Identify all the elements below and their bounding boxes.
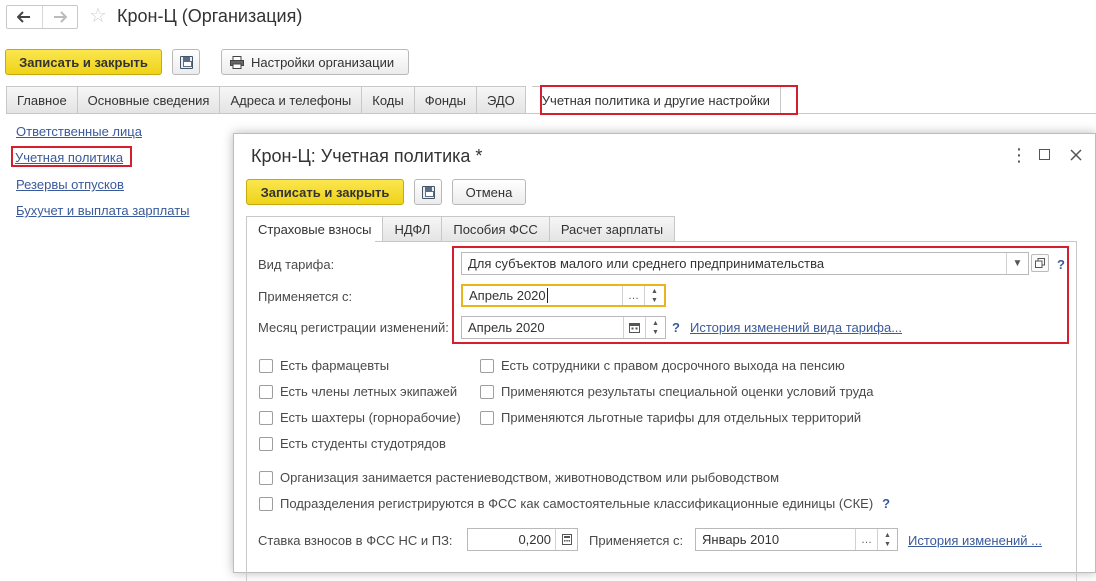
tab-addresses[interactable]: Адреса и телефоны [220,86,363,114]
rate-history-link[interactable]: История изменений ... [908,533,1042,548]
accounting-policy-dialog: Крон-Ц: Учетная политика * ⋮ Записать и … [233,133,1096,581]
org-settings-label: Настройки организации [251,54,395,70]
checkbox-label: Есть фармацевты [280,358,390,373]
sidebar-link-accounting-policy[interactable]: Учетная политика [15,150,123,165]
tab-edo[interactable]: ЭДО [476,86,526,114]
more-menu-icon[interactable]: ⋮ [1010,146,1028,164]
checkbox-agriculture[interactable]: Организация занимается растениеводством,… [259,470,779,485]
checkbox-pharmacists[interactable]: Есть фармацевты [259,358,389,373]
applies-from-field[interactable]: Апрель 2020 … ▲ ▼ [461,284,666,307]
checkbox-label: Применяются результаты специальной оценк… [501,384,874,399]
tab-funds[interactable]: Фонды [414,86,477,114]
applies-from-value: Апрель 2020 [469,288,548,303]
applies-from-label: Применяется с: [258,289,353,304]
rate-value: 0,200 [518,532,551,547]
forward-button[interactable] [41,6,78,28]
checkbox-label: Подразделения регистрируются в ФСС как с… [280,496,874,511]
active-tab-gap [247,241,375,242]
window-title: Крон-Ц (Организация) [117,6,303,26]
checkbox-student-teams[interactable]: Есть студенты студотрядов [259,436,446,451]
rate-applies-value: Январь 2010 [702,532,780,547]
open-item-button[interactable] [1031,254,1049,272]
calculator-icon[interactable] [555,529,577,550]
open-window-icon [1035,258,1045,268]
chevron-down-icon[interactable]: ▼ [1006,253,1028,274]
checkbox-box[interactable] [259,358,273,373]
tariff-help-icon[interactable]: ? [1057,257,1065,272]
checkbox-box[interactable] [259,410,273,425]
checkbox-box[interactable] [480,384,494,399]
arrow-right-icon [53,11,67,23]
checkbox-box[interactable] [259,436,273,451]
change-month-field[interactable]: Апрель 2020 ▲ ▼ [461,316,666,339]
rate-field[interactable]: 0,200 [467,528,578,551]
cancel-button[interactable]: Отмена [452,179,526,205]
checkbox-ske[interactable]: Подразделения регистрируются в ФСС как с… [259,496,890,511]
tab-payroll[interactable]: Расчет зарплаты [549,216,676,242]
checkbox-territory-tariffs[interactable]: Применяются льготные тарифы для отдельны… [480,410,861,425]
dialog-save-button[interactable] [414,179,442,205]
spinner-icon[interactable]: ▲ ▼ [645,317,665,338]
checkbox-flight-crew[interactable]: Есть члены летных экипажей [259,384,457,399]
printer-icon [230,55,244,69]
tariff-type-value: Для субъектов малого или среднего предпр… [468,256,825,271]
tab-insurance[interactable]: Страховые взносы [246,216,384,242]
dialog-save-close-button[interactable]: Записать и закрыть [246,179,404,205]
tab-basic-info[interactable]: Основные сведения [77,86,221,114]
checkbox-early-pension[interactable]: Есть сотрудники с правом досрочного выхо… [480,358,845,373]
tab-ndfl[interactable]: НДФЛ [383,216,443,242]
floppy-disk-icon [421,185,435,199]
checkbox-special-assessment[interactable]: Применяются результаты специальной оценк… [480,384,873,399]
ellipsis-icon[interactable]: … [855,529,877,550]
checkbox-label: Организация занимается растениеводством,… [280,470,780,485]
spinner-icon[interactable]: ▲ ▼ [644,286,664,305]
rate-label: Ставка взносов в ФСС НС и ПЗ: [258,533,453,548]
checkbox-label: Есть члены летных экипажей [280,384,458,399]
checkbox-box[interactable] [259,470,273,485]
tariff-history-link[interactable]: История изменений вида тарифа... [690,320,902,335]
close-icon[interactable] [1070,149,1082,161]
tabs-divider [6,113,1096,114]
tariff-type-label: Вид тарифа: [258,257,335,272]
floppy-disk-icon [179,55,193,69]
checkbox-box[interactable] [480,410,494,425]
checkbox-box[interactable] [480,358,494,373]
checkbox-miners[interactable]: Есть шахтеры (горнорабочие) [259,410,461,425]
checkbox-label: Есть сотрудники с правом досрочного выхо… [501,358,845,373]
sidebar-link-responsible[interactable]: Ответственные лица [16,124,142,139]
tariff-type-select[interactable]: Для субъектов малого или среднего предпр… [461,252,1029,275]
save-close-button[interactable]: Записать и закрыть [5,49,162,75]
tab-main[interactable]: Главное [6,86,78,114]
ske-help-icon[interactable]: ? [882,496,890,511]
main-tabs: Главное Основные сведения Адреса и телеф… [6,86,781,114]
month-help-icon[interactable]: ? [672,320,680,335]
maximize-icon[interactable] [1039,149,1050,160]
sidebar-link-vacation-reserves[interactable]: Резервы отпусков [16,177,124,192]
checkbox-label: Есть шахтеры (горнорабочие) [280,410,461,425]
dialog-title: Крон-Ц: Учетная политика * [251,146,483,166]
org-settings-button[interactable]: Настройки организации [221,49,409,75]
checkbox-label: Применяются льготные тарифы для отдельны… [501,410,862,425]
checkbox-box[interactable] [259,384,273,399]
back-button[interactable] [7,6,42,28]
tab-codes[interactable]: Коды [362,86,415,114]
tab-fss-benefits[interactable]: Пособия ФСС [442,216,550,242]
ellipsis-icon[interactable]: … [622,286,644,305]
arrow-left-icon [17,11,31,23]
sidebar-link-payroll-accounting[interactable]: Бухучет и выплата зарплаты [16,203,190,218]
spinner-icon[interactable]: ▲ ▼ [877,529,897,550]
rate-applies-field[interactable]: Январь 2010 … ▲ ▼ [695,528,898,551]
rate-applies-label: Применяется с: [589,533,684,548]
checkbox-box[interactable] [259,496,273,511]
favorite-star-icon[interactable]: ☆ [89,5,107,27]
calendar-icon[interactable] [623,317,645,338]
tab-accounting-policy[interactable]: Учетная политика и другие настройки [531,86,781,114]
dialog-tabs: Страховые взносы НДФЛ Пособия ФСС Расчет… [246,216,676,242]
checkbox-label: Есть студенты студотрядов [280,436,446,451]
history-nav [6,5,78,29]
save-button[interactable] [172,49,200,75]
change-month-value: Апрель 2020 [468,320,545,335]
change-month-label: Месяц регистрации изменений: [258,320,449,335]
